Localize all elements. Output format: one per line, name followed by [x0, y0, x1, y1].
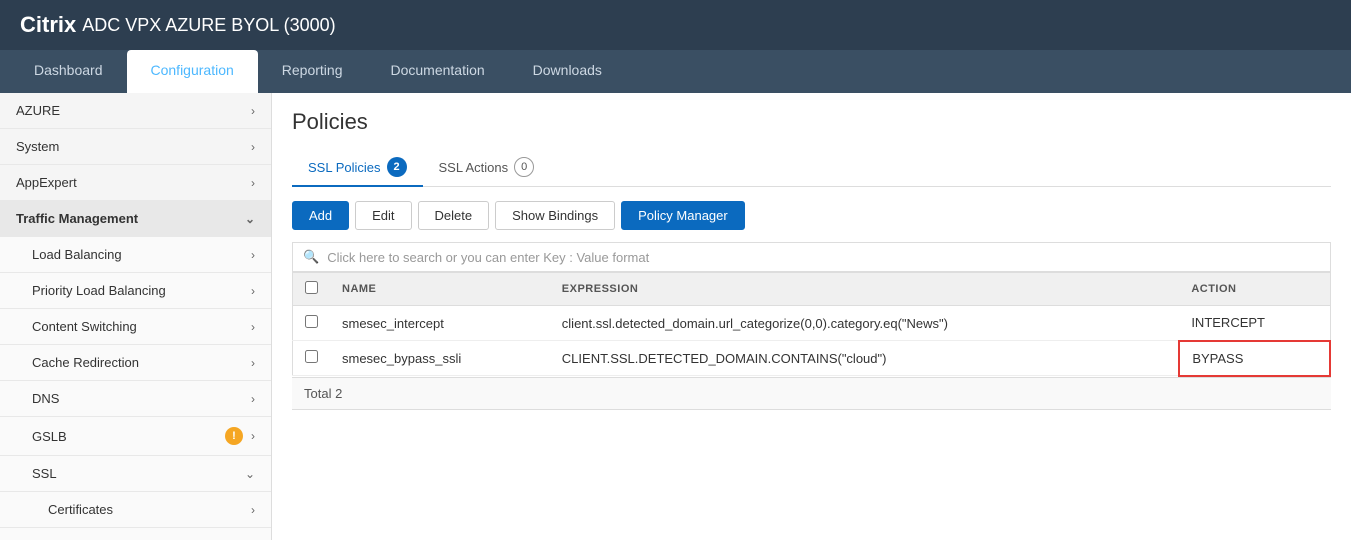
- th-name: NAME: [330, 273, 550, 306]
- sidebar-item-label: Cache Redirection: [32, 355, 139, 370]
- brand-citrix: Citrix: [20, 12, 76, 38]
- sidebar-item-label: SSL: [32, 466, 57, 481]
- table-row[interactable]: smesec_bypass_ssli CLIENT.SSL.DETECTED_D…: [293, 341, 1331, 376]
- add-button[interactable]: Add: [292, 201, 349, 230]
- search-placeholder: Click here to search or you can enter Ke…: [327, 250, 649, 265]
- ssl-policies-label: SSL Policies: [308, 160, 381, 175]
- brand-rest: ADC VPX AZURE BYOL (3000): [82, 15, 335, 36]
- sidebar-item-label: AZURE: [16, 103, 60, 118]
- total-label: Total: [304, 386, 331, 401]
- tab-documentation[interactable]: Documentation: [366, 50, 508, 93]
- chevron-icon: ›: [251, 104, 255, 118]
- toolbar: Add Edit Delete Show Bindings Policy Man…: [292, 201, 1331, 230]
- sidebar-item-label: System: [16, 139, 59, 154]
- chevron-icon: ›: [251, 503, 255, 517]
- nav-tabs: Dashboard Configuration Reporting Docume…: [0, 50, 1351, 93]
- sidebar-item-gslb[interactable]: GSLB ! ›: [0, 417, 271, 456]
- page-title: Policies: [292, 109, 1331, 135]
- select-all-checkbox[interactable]: [305, 281, 318, 294]
- sidebar-item-ssl-files[interactable]: SSL Files: [0, 528, 271, 540]
- row-name: smesec_intercept: [330, 306, 550, 341]
- table-header-row: NAME EXPRESSION ACTION: [293, 273, 1331, 306]
- search-bar[interactable]: 🔍 Click here to search or you can enter …: [292, 242, 1331, 272]
- th-action: ACTION: [1179, 273, 1330, 306]
- policies-table: NAME EXPRESSION ACTION smesec_intercept …: [292, 272, 1331, 377]
- tab-reporting[interactable]: Reporting: [258, 50, 367, 93]
- chevron-icon: ⌄: [245, 467, 255, 481]
- sidebar-item-azure[interactable]: AZURE ›: [0, 93, 271, 129]
- row-expression: CLIENT.SSL.DETECTED_DOMAIN.CONTAINS("clo…: [550, 341, 1180, 376]
- ssl-actions-label: SSL Actions: [439, 160, 509, 175]
- sidebar-item-label: DNS: [32, 391, 59, 406]
- th-expression: EXPRESSION: [550, 273, 1180, 306]
- sidebar-item-load-balancing[interactable]: Load Balancing ›: [0, 237, 271, 273]
- search-icon: 🔍: [303, 249, 319, 265]
- chevron-icon: ›: [251, 284, 255, 298]
- chevron-icon: ›: [251, 140, 255, 154]
- table-row[interactable]: smesec_intercept client.ssl.detected_dom…: [293, 306, 1331, 341]
- content-area: Policies SSL Policies 2 SSL Actions 0 Ad…: [272, 93, 1351, 540]
- row-checkbox[interactable]: [305, 315, 318, 328]
- total-count: 2: [335, 386, 342, 401]
- app-header: Citrix ADC VPX AZURE BYOL (3000): [0, 0, 1351, 50]
- row-action-highlighted: BYPASS: [1179, 341, 1330, 376]
- sidebar-item-cache-redirection[interactable]: Cache Redirection ›: [0, 345, 271, 381]
- row-expression: client.ssl.detected_domain.url_categoriz…: [550, 306, 1180, 341]
- row-action: INTERCEPT: [1179, 306, 1330, 341]
- row-checkbox[interactable]: [305, 350, 318, 363]
- chevron-icon: ›: [251, 429, 255, 443]
- sidebar-item-label: SSL Files: [48, 538, 103, 540]
- sidebar-item-certificates[interactable]: Certificates ›: [0, 492, 271, 528]
- sidebar-item-system[interactable]: System ›: [0, 129, 271, 165]
- sidebar-item-traffic-management[interactable]: Traffic Management ⌄: [0, 201, 271, 237]
- chevron-icon: ›: [251, 176, 255, 190]
- delete-button[interactable]: Delete: [418, 201, 490, 230]
- ssl-actions-badge: 0: [514, 157, 534, 177]
- row-checkbox-cell: [293, 306, 331, 341]
- edit-button[interactable]: Edit: [355, 201, 411, 230]
- chevron-icon: ⌄: [245, 212, 255, 226]
- tab-dashboard[interactable]: Dashboard: [10, 50, 127, 93]
- sidebar-item-label: Traffic Management: [16, 211, 138, 226]
- sidebar-item-ssl[interactable]: SSL ⌄: [0, 456, 271, 492]
- sidebar-item-label: AppExpert: [16, 175, 77, 190]
- chevron-icon: ›: [251, 392, 255, 406]
- tab-ssl-policies[interactable]: SSL Policies 2: [292, 149, 423, 187]
- sidebar-item-dns[interactable]: DNS ›: [0, 381, 271, 417]
- sidebar-item-content-switching[interactable]: Content Switching ›: [0, 309, 271, 345]
- main-layout: AZURE › System › AppExpert › Traffic Man…: [0, 93, 1351, 540]
- sidebar-item-priority-load-balancing[interactable]: Priority Load Balancing ›: [0, 273, 271, 309]
- sidebar: AZURE › System › AppExpert › Traffic Man…: [0, 93, 272, 540]
- row-checkbox-cell: [293, 341, 331, 376]
- total-row: Total 2: [292, 377, 1331, 410]
- tab-downloads[interactable]: Downloads: [509, 50, 626, 93]
- sidebar-item-label: Priority Load Balancing: [32, 283, 166, 298]
- chevron-icon: ›: [251, 356, 255, 370]
- ssl-policies-badge: 2: [387, 157, 407, 177]
- th-checkbox: [293, 273, 331, 306]
- warning-icon: !: [225, 427, 243, 445]
- show-bindings-button[interactable]: Show Bindings: [495, 201, 615, 230]
- row-name: smesec_bypass_ssli: [330, 341, 550, 376]
- sidebar-item-label: Content Switching: [32, 319, 137, 334]
- chevron-icon: ›: [251, 248, 255, 262]
- sidebar-item-appexpert[interactable]: AppExpert ›: [0, 165, 271, 201]
- sub-tabs: SSL Policies 2 SSL Actions 0: [292, 149, 1331, 187]
- policy-manager-button[interactable]: Policy Manager: [621, 201, 745, 230]
- sidebar-item-label: GSLB: [32, 429, 67, 444]
- chevron-icon: ›: [251, 320, 255, 334]
- sidebar-item-label: Load Balancing: [32, 247, 122, 262]
- sidebar-item-label: Certificates: [48, 502, 113, 517]
- tab-ssl-actions[interactable]: SSL Actions 0: [423, 149, 551, 187]
- tab-configuration[interactable]: Configuration: [127, 50, 258, 93]
